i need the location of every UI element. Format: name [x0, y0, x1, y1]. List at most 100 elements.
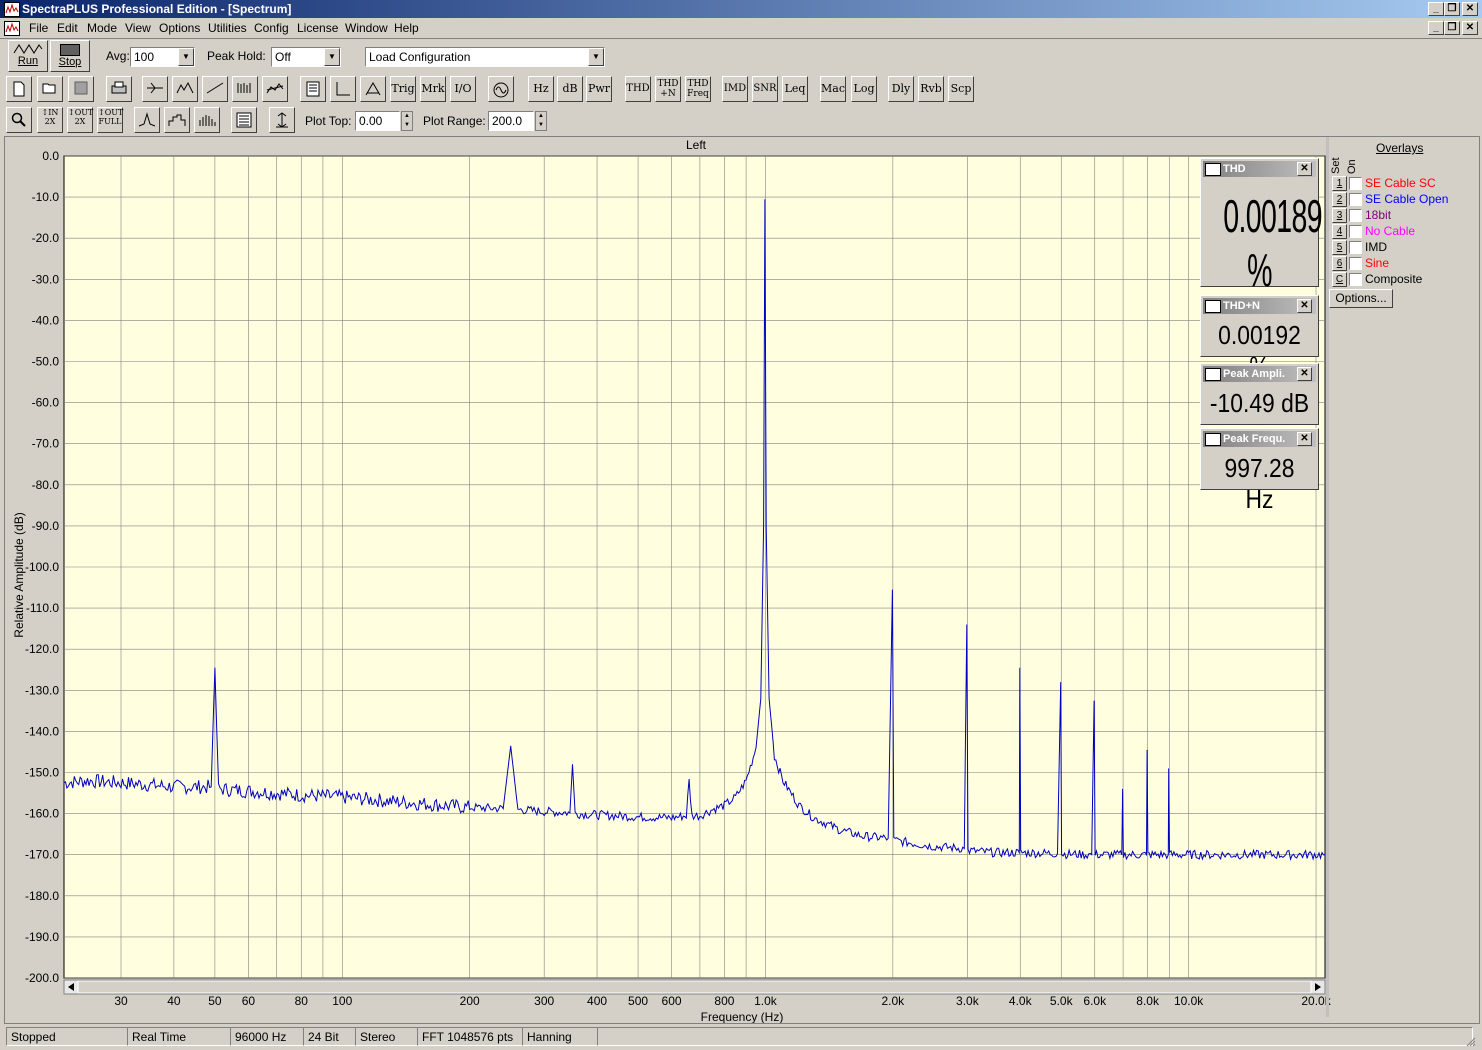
peak-icon[interactable]	[360, 76, 386, 102]
run-button[interactable]: Run	[8, 40, 48, 72]
print-icon[interactable]	[106, 76, 132, 102]
menu-edit[interactable]: Edit	[57, 21, 78, 35]
menu-mode[interactable]: Mode	[87, 21, 117, 35]
log-button[interactable]: Log	[851, 76, 877, 102]
overlay-checkbox[interactable]	[1349, 193, 1362, 206]
x-tick-label: 30	[114, 994, 128, 1008]
filter-icon[interactable]	[142, 76, 168, 102]
spectrum-mode-icon[interactable]	[172, 76, 198, 102]
hz-button[interactable]: Hz	[528, 76, 554, 102]
peak-hold-select[interactable]: Off ▼	[271, 47, 341, 67]
open-icon[interactable]	[37, 76, 63, 102]
thd-freq-button[interactable]: THD Freq	[685, 76, 711, 102]
zoom-in-2x-icon[interactable]: ↕IN 2X	[37, 107, 63, 133]
overlay-options-button[interactable]: Options...	[1329, 289, 1393, 308]
trig-button[interactable]: Trig	[390, 76, 416, 102]
thd-meter[interactable]: THD ✕ 0.00189 %	[1200, 158, 1323, 296]
close-icon[interactable]: ✕	[1297, 432, 1312, 446]
macro-button[interactable]: Mac	[820, 76, 846, 102]
list-view-icon[interactable]	[231, 107, 257, 133]
close-icon[interactable]: ✕	[1297, 162, 1312, 176]
thdn-meter[interactable]: THD+N✕ 0.00192 %	[1200, 295, 1319, 381]
scope-button[interactable]: Scp	[948, 76, 974, 102]
zoom-out-full-icon[interactable]: ↕OUT FULL	[97, 107, 123, 133]
close-icon[interactable]: ✕	[1462, 2, 1478, 16]
status-empty	[597, 1027, 1473, 1046]
overlay-set-button[interactable]: 6	[1332, 256, 1347, 271]
overlay-set-button[interactable]: 3	[1332, 208, 1347, 223]
zoom-out-2x-icon[interactable]: ↕OUT 2X	[67, 107, 93, 133]
doc-close-icon[interactable]: ✕	[1462, 21, 1478, 35]
status-bit-depth: 24 Bit	[303, 1027, 356, 1046]
time-mode-icon[interactable]	[202, 76, 228, 102]
close-icon[interactable]: ✕	[1297, 367, 1312, 381]
snr-button[interactable]: SNR	[752, 76, 778, 102]
overlay-checkbox[interactable]	[1349, 177, 1362, 190]
menu-file[interactable]: File	[29, 21, 48, 35]
db-button[interactable]: dB	[557, 76, 583, 102]
menu-help[interactable]: Help	[394, 21, 419, 35]
line-plot-icon[interactable]	[134, 107, 160, 133]
io-button[interactable]: I/O	[450, 76, 476, 102]
leq-button[interactable]: Leq	[782, 76, 808, 102]
overlay-checkbox[interactable]	[1349, 257, 1362, 270]
resize-grip-icon[interactable]	[1466, 1036, 1476, 1047]
plot-top-spinner[interactable]: ▲ ▼	[401, 111, 413, 131]
document-icon[interactable]	[4, 21, 20, 36]
spectrogram-icon[interactable]	[232, 76, 258, 102]
overlay-checkbox[interactable]	[1349, 273, 1362, 286]
overlay-checkbox[interactable]	[1349, 209, 1362, 222]
overlay-checkbox[interactable]	[1349, 225, 1362, 238]
plot-range-input[interactable]: 200.0	[488, 111, 534, 131]
menu-utilities[interactable]: Utilities	[208, 21, 247, 35]
menu-options[interactable]: Options	[159, 21, 200, 35]
overlay-set-button[interactable]: C	[1332, 272, 1347, 287]
thd-button[interactable]: THD	[625, 76, 651, 102]
scroll-thumb[interactable]	[77, 980, 1312, 994]
config-select[interactable]: Load Configuration ▼	[365, 47, 605, 67]
close-icon[interactable]: ✕	[1297, 299, 1312, 313]
chevron-down-icon[interactable]: ▼	[588, 48, 604, 66]
stop-button[interactable]: Stop	[50, 40, 90, 72]
thdn-button[interactable]: THD +N	[655, 76, 681, 102]
peak-amplitude-meter[interactable]: Peak Ampli... ✕ -10.49 dB	[1200, 363, 1319, 425]
menu-config[interactable]: Config	[254, 21, 289, 35]
peak-frequency-value: 997.28 Hz	[1224, 453, 1295, 514]
generator-icon[interactable]	[488, 76, 514, 102]
axis-icon[interactable]	[330, 76, 356, 102]
status-channels: Stereo	[355, 1027, 418, 1046]
power-button[interactable]: Pwr	[586, 76, 612, 102]
menu-license[interactable]: License	[297, 21, 338, 35]
plot-scale-icon[interactable]	[269, 107, 295, 133]
doc-restore-icon[interactable]: ❐	[1444, 21, 1460, 35]
overlay-checkbox[interactable]	[1349, 241, 1362, 254]
peak-frequency-meter[interactable]: Peak Frequ... ✕ 997.28 Hz	[1200, 428, 1319, 514]
new-icon[interactable]	[6, 76, 32, 102]
y-tick-label: -140.0	[25, 724, 59, 738]
reverb-button[interactable]: Rvb	[918, 76, 944, 102]
3d-surface-icon[interactable]	[262, 76, 288, 102]
overlay-set-button[interactable]: 1	[1332, 176, 1347, 191]
marker-button[interactable]: Mrk	[420, 76, 446, 102]
plot-range-spinner[interactable]: ▲ ▼	[535, 111, 547, 131]
doc-minimize-icon[interactable]: _	[1428, 21, 1444, 35]
plot-top-input[interactable]: 0.00	[355, 111, 400, 131]
zoom-icon[interactable]	[6, 107, 32, 133]
octave-bars-icon[interactable]	[194, 107, 220, 133]
thd-value: 0.00189 %	[1223, 190, 1322, 296]
avg-select[interactable]: 100 ▼	[130, 47, 195, 67]
minimize-icon[interactable]: _	[1428, 2, 1444, 16]
menu-view[interactable]: View	[125, 21, 151, 35]
bar-plot-icon[interactable]	[164, 107, 190, 133]
menu-window[interactable]: Window	[345, 21, 388, 35]
restore-icon[interactable]: ❐	[1444, 2, 1460, 16]
overlay-set-button[interactable]: 5	[1332, 240, 1347, 255]
delay-button[interactable]: Dly	[888, 76, 914, 102]
save-icon[interactable]	[68, 76, 94, 102]
chevron-down-icon[interactable]: ▼	[178, 48, 194, 66]
overlay-set-button[interactable]: 4	[1332, 224, 1347, 239]
calculator-icon[interactable]	[300, 76, 326, 102]
imd-button[interactable]: IMD	[722, 76, 748, 102]
overlay-set-button[interactable]: 2	[1332, 192, 1347, 207]
chevron-down-icon[interactable]: ▼	[324, 48, 340, 66]
